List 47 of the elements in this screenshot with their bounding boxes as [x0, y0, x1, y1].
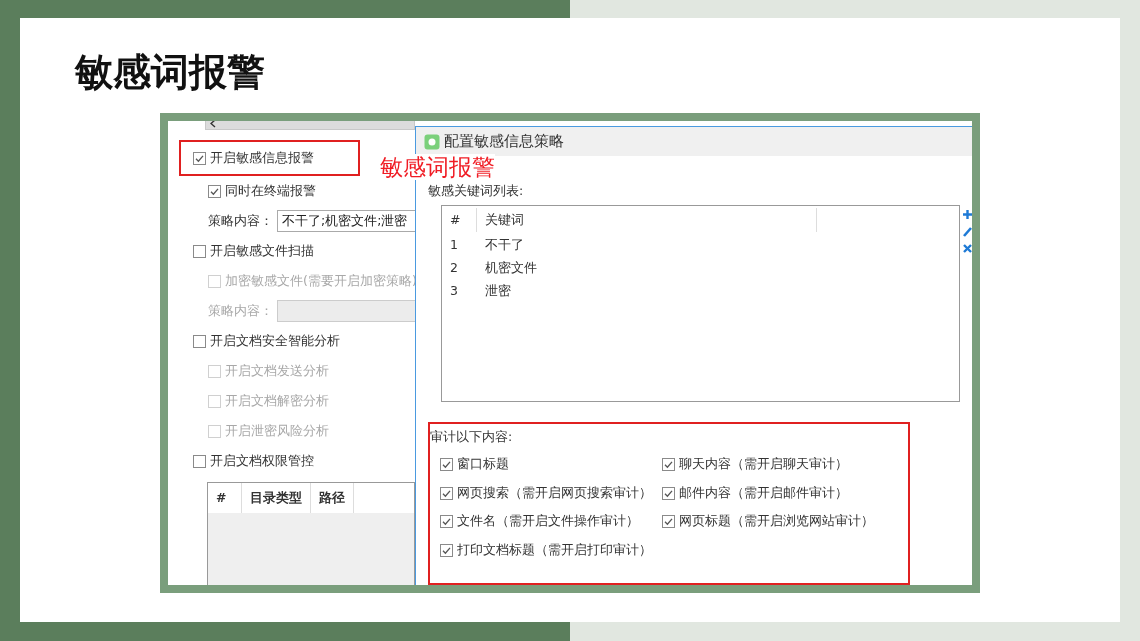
checkbox-label: 窗口标题 — [457, 454, 509, 473]
checkbox[interactable] — [208, 184, 221, 198]
checkbox-label: 邮件内容（需开启邮件审计） — [679, 483, 848, 502]
checkbox[interactable] — [440, 486, 453, 500]
checkbox[interactable] — [440, 515, 453, 529]
checkbox-label: 开启敏感文件扫描 — [210, 241, 314, 260]
table-cell-text: 3 — [449, 282, 459, 301]
field-label: 策略内容： — [208, 301, 273, 320]
checkbox[interactable] — [440, 457, 453, 471]
slide-title: 敏感词报警 — [75, 49, 266, 96]
pencil-icon[interactable] — [963, 226, 972, 238]
checkbox-label: 网页标题（需开启浏览网站审计） — [679, 512, 874, 531]
close-icon[interactable] — [963, 243, 972, 255]
checkbox[interactable] — [193, 334, 206, 348]
checkbox-label: 开启文档发送分析 — [225, 361, 329, 380]
table-cell-text: 机密文件 — [484, 259, 537, 278]
checkbox[interactable] — [193, 454, 206, 468]
checkbox-label: 开启文档安全智能分析 — [210, 331, 340, 350]
checkbox-label: 文件名（需开启文件操作审计） — [457, 512, 639, 531]
checkbox-label: 开启文档解密分析 — [225, 391, 329, 410]
table-cell-text: 泄密 — [484, 282, 511, 301]
app-icon — [424, 133, 440, 150]
checkbox-label: 聊天内容（需开启聊天审计） — [679, 454, 848, 473]
column-header: # — [442, 208, 477, 233]
checkbox-label: 网页搜索（需开启网页搜索审计） — [457, 483, 652, 502]
checkbox-label: 开启敏感信息报警 — [210, 148, 314, 167]
checkbox-label: 打印文档标题（需开启打印审计） — [457, 541, 652, 560]
checkbox[interactable] — [193, 244, 206, 258]
checkbox[interactable] — [662, 457, 675, 471]
annotation-text: 敏感词报警 — [380, 154, 495, 180]
scroll-left-icon[interactable] — [210, 121, 216, 128]
table-cell-text: 不干了 — [484, 236, 524, 255]
checkbox[interactable] — [440, 544, 453, 558]
checkbox-label: 同时在终端报警 — [225, 181, 316, 200]
table-cell-text: 1 — [449, 236, 459, 255]
group-label: 审计以下内容: — [430, 428, 514, 447]
dialog-title: 配置敏感信息策略 — [444, 131, 564, 153]
table-cell-text: 2 — [449, 259, 459, 278]
field-label: 策略内容： — [208, 211, 273, 230]
checkbox[interactable] — [662, 486, 675, 500]
column-header: 关键词 — [477, 208, 817, 233]
plus-icon[interactable] — [963, 209, 972, 221]
checkbox-label: 开启文档权限管控 — [210, 451, 314, 470]
list-label: 敏感关键词列表: — [428, 182, 525, 201]
checkbox[interactable] — [662, 515, 675, 529]
checkbox-label: 开启泄密风险分析 — [225, 421, 329, 440]
checkbox[interactable] — [193, 151, 206, 165]
